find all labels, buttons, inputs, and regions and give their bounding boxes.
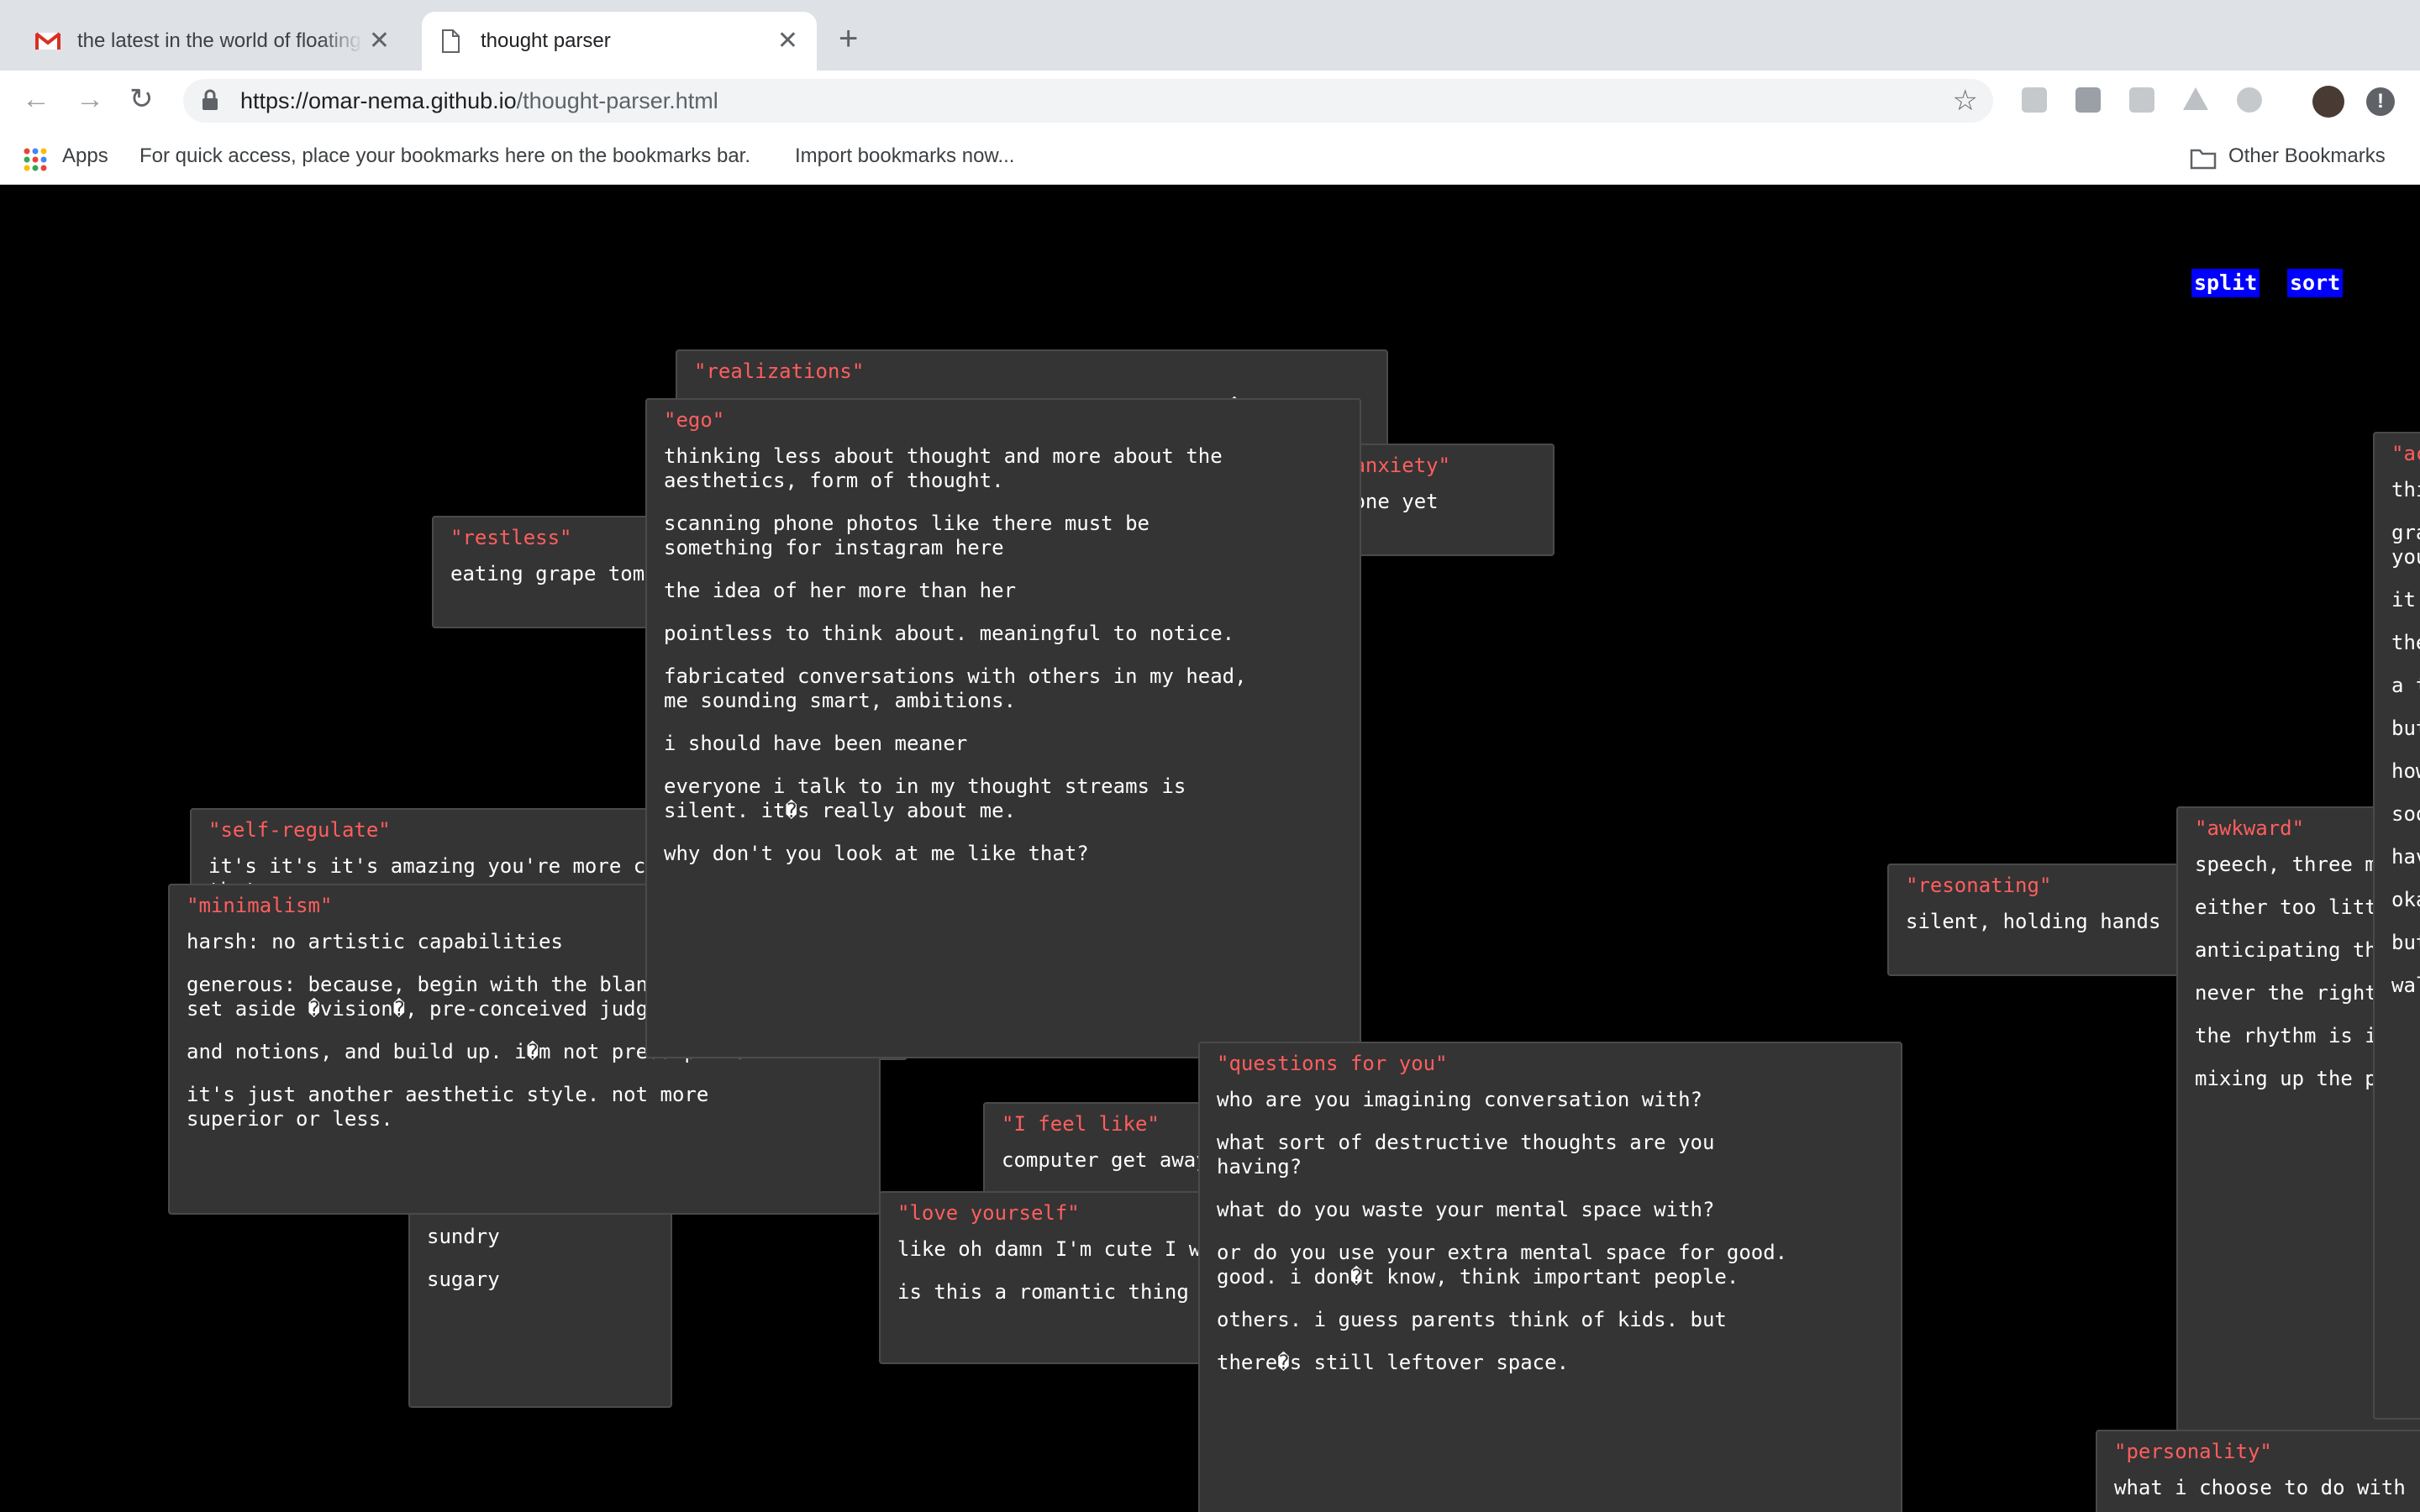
thought-line: i should have been meaner bbox=[664, 732, 968, 755]
page-icon bbox=[442, 29, 460, 53]
thought-line: the bbox=[2391, 631, 2420, 654]
other-bookmarks[interactable]: Other Bookmarks bbox=[2228, 144, 2386, 168]
new-tab-button[interactable]: + bbox=[839, 22, 858, 55]
close-tab-icon[interactable]: ✕ bbox=[777, 29, 798, 54]
import-bookmarks-link[interactable]: Import bookmarks now... bbox=[795, 144, 1014, 168]
thought-parser-canvas: split sort "realizations"aware for the f… bbox=[0, 185, 2420, 1512]
extension-icon[interactable] bbox=[2237, 87, 2262, 113]
facebook-icon[interactable] bbox=[2075, 87, 2101, 113]
thought-line: everyone i talk to in my thought streams… bbox=[664, 774, 1186, 822]
split-button[interactable]: split bbox=[2191, 269, 2260, 297]
card-personality[interactable]: "personality" what i choose to do with bbox=[2096, 1430, 2420, 1512]
drive-icon[interactable] bbox=[2183, 87, 2208, 110]
thought-line: silent, holding hands bbox=[1906, 910, 2161, 933]
thought-line: what sort of destructive thoughts are yo… bbox=[1217, 1131, 1715, 1179]
thought-line: gra you bbox=[2391, 521, 2420, 569]
forward-icon[interactable]: → bbox=[76, 82, 104, 116]
thought-line: but bbox=[2391, 931, 2420, 954]
back-icon[interactable]: ← bbox=[22, 82, 50, 116]
thought-line: hav bbox=[2391, 845, 2420, 869]
thought-line: what i choose to do with bbox=[2114, 1476, 2406, 1499]
menu-icon[interactable]: ! bbox=[2366, 87, 2395, 116]
chat-extension-icon[interactable] bbox=[2129, 87, 2154, 113]
thought-line: how bbox=[2391, 759, 2420, 783]
thought-line: why don't you look at me like that? bbox=[664, 842, 1089, 865]
avatar[interactable] bbox=[2312, 86, 2344, 118]
card-title: "resonating" bbox=[1906, 874, 2052, 897]
thought-line: fabricated conversations with others in … bbox=[664, 664, 1247, 712]
card-title: "realizations" bbox=[694, 360, 865, 383]
card-title: "anxiety" bbox=[1341, 454, 1451, 477]
card-right-edge[interactable]: "ac thi gra you it the a t but how soo hav oka but w… bbox=[2373, 432, 2420, 1420]
thought-line: it bbox=[2391, 588, 2416, 612]
card-title: "questions for you" bbox=[1217, 1052, 1448, 1075]
folder-icon bbox=[2190, 149, 2217, 170]
thought-line: none yet bbox=[1341, 490, 1439, 513]
tab-thought-parser[interactable]: thought parser ✕ bbox=[422, 12, 817, 71]
thought-line: pointless to think about. meaningful to … bbox=[664, 622, 1235, 645]
card-title: "personality" bbox=[2114, 1440, 2272, 1463]
lock-icon bbox=[203, 89, 218, 110]
bookmarks-bar: Apps For quick access, place your bookma… bbox=[0, 131, 2420, 185]
thought-line: sugary bbox=[427, 1268, 500, 1291]
tab-title: thought parser bbox=[481, 29, 611, 52]
thought-line: thinking less about thought and more abo… bbox=[664, 444, 1223, 492]
tab-strip: the latest in the world of floating ✕ th… bbox=[0, 0, 2420, 71]
thought-line: what do you waste your mental space with… bbox=[1217, 1198, 1715, 1221]
tab-gmail[interactable]: the latest in the world of floating ✕ bbox=[17, 12, 408, 71]
thought-line: wal bbox=[2391, 974, 2420, 997]
tab-title: the latest in the world of floating bbox=[77, 29, 361, 52]
close-tab-icon[interactable]: ✕ bbox=[369, 29, 390, 54]
card-questions-for-you[interactable]: "questions for you" who are you imagining… bbox=[1198, 1042, 1902, 1512]
thought-line: scanning phone photos like there must be… bbox=[664, 512, 1150, 559]
gmail-icon bbox=[35, 32, 60, 50]
sort-button[interactable]: sort bbox=[2287, 269, 2344, 297]
url-path: /thought-parser.html bbox=[516, 88, 718, 113]
thought-line: there�s still leftover space. bbox=[1217, 1351, 1570, 1374]
url-text[interactable]: https://omar-nema.github.io/thought-pars… bbox=[240, 88, 718, 114]
thought-line: the idea of her more than her bbox=[664, 579, 1017, 602]
bookmark-star-icon[interactable]: ☆ bbox=[1953, 84, 1978, 118]
apps-grid-icon[interactable] bbox=[24, 148, 47, 171]
thought-line: oka bbox=[2391, 888, 2420, 911]
thought-line: but bbox=[2391, 717, 2420, 740]
apps-label[interactable]: Apps bbox=[62, 144, 108, 168]
thought-line: it's just another aesthetic style. not m… bbox=[187, 1083, 709, 1131]
thought-line: soo bbox=[2391, 802, 2420, 826]
thought-line: thi bbox=[2391, 478, 2420, 501]
thought-line: or do you use your extra mental space fo… bbox=[1217, 1241, 1788, 1289]
card-title: "ego" bbox=[664, 408, 725, 432]
thought-line: sundry bbox=[427, 1225, 500, 1248]
thought-line: others. i guess parents think of kids. b… bbox=[1217, 1308, 1727, 1331]
card-title: "ac bbox=[2391, 442, 2420, 465]
address-bar[interactable]: https://omar-nema.github.io/thought-pars… bbox=[183, 79, 1993, 123]
thought-line: who are you imagining conversation with? bbox=[1217, 1088, 1702, 1111]
card-resonating[interactable]: "resonating" silent, holding hands bbox=[1887, 864, 2207, 976]
thought-line: a t bbox=[2391, 674, 2420, 697]
card-ego[interactable]: "ego" thinking less about thought and mor… bbox=[645, 398, 1361, 1058]
extension-icon[interactable] bbox=[2022, 87, 2047, 113]
bookmarks-hint: For quick access, place your bookmarks h… bbox=[139, 144, 751, 167]
url-host: https://omar-nema.github.io bbox=[240, 88, 517, 113]
navigation-bar: ← → ↻ https://omar-nema.github.io/though… bbox=[0, 71, 2420, 131]
reload-icon[interactable]: ↻ bbox=[129, 82, 154, 116]
